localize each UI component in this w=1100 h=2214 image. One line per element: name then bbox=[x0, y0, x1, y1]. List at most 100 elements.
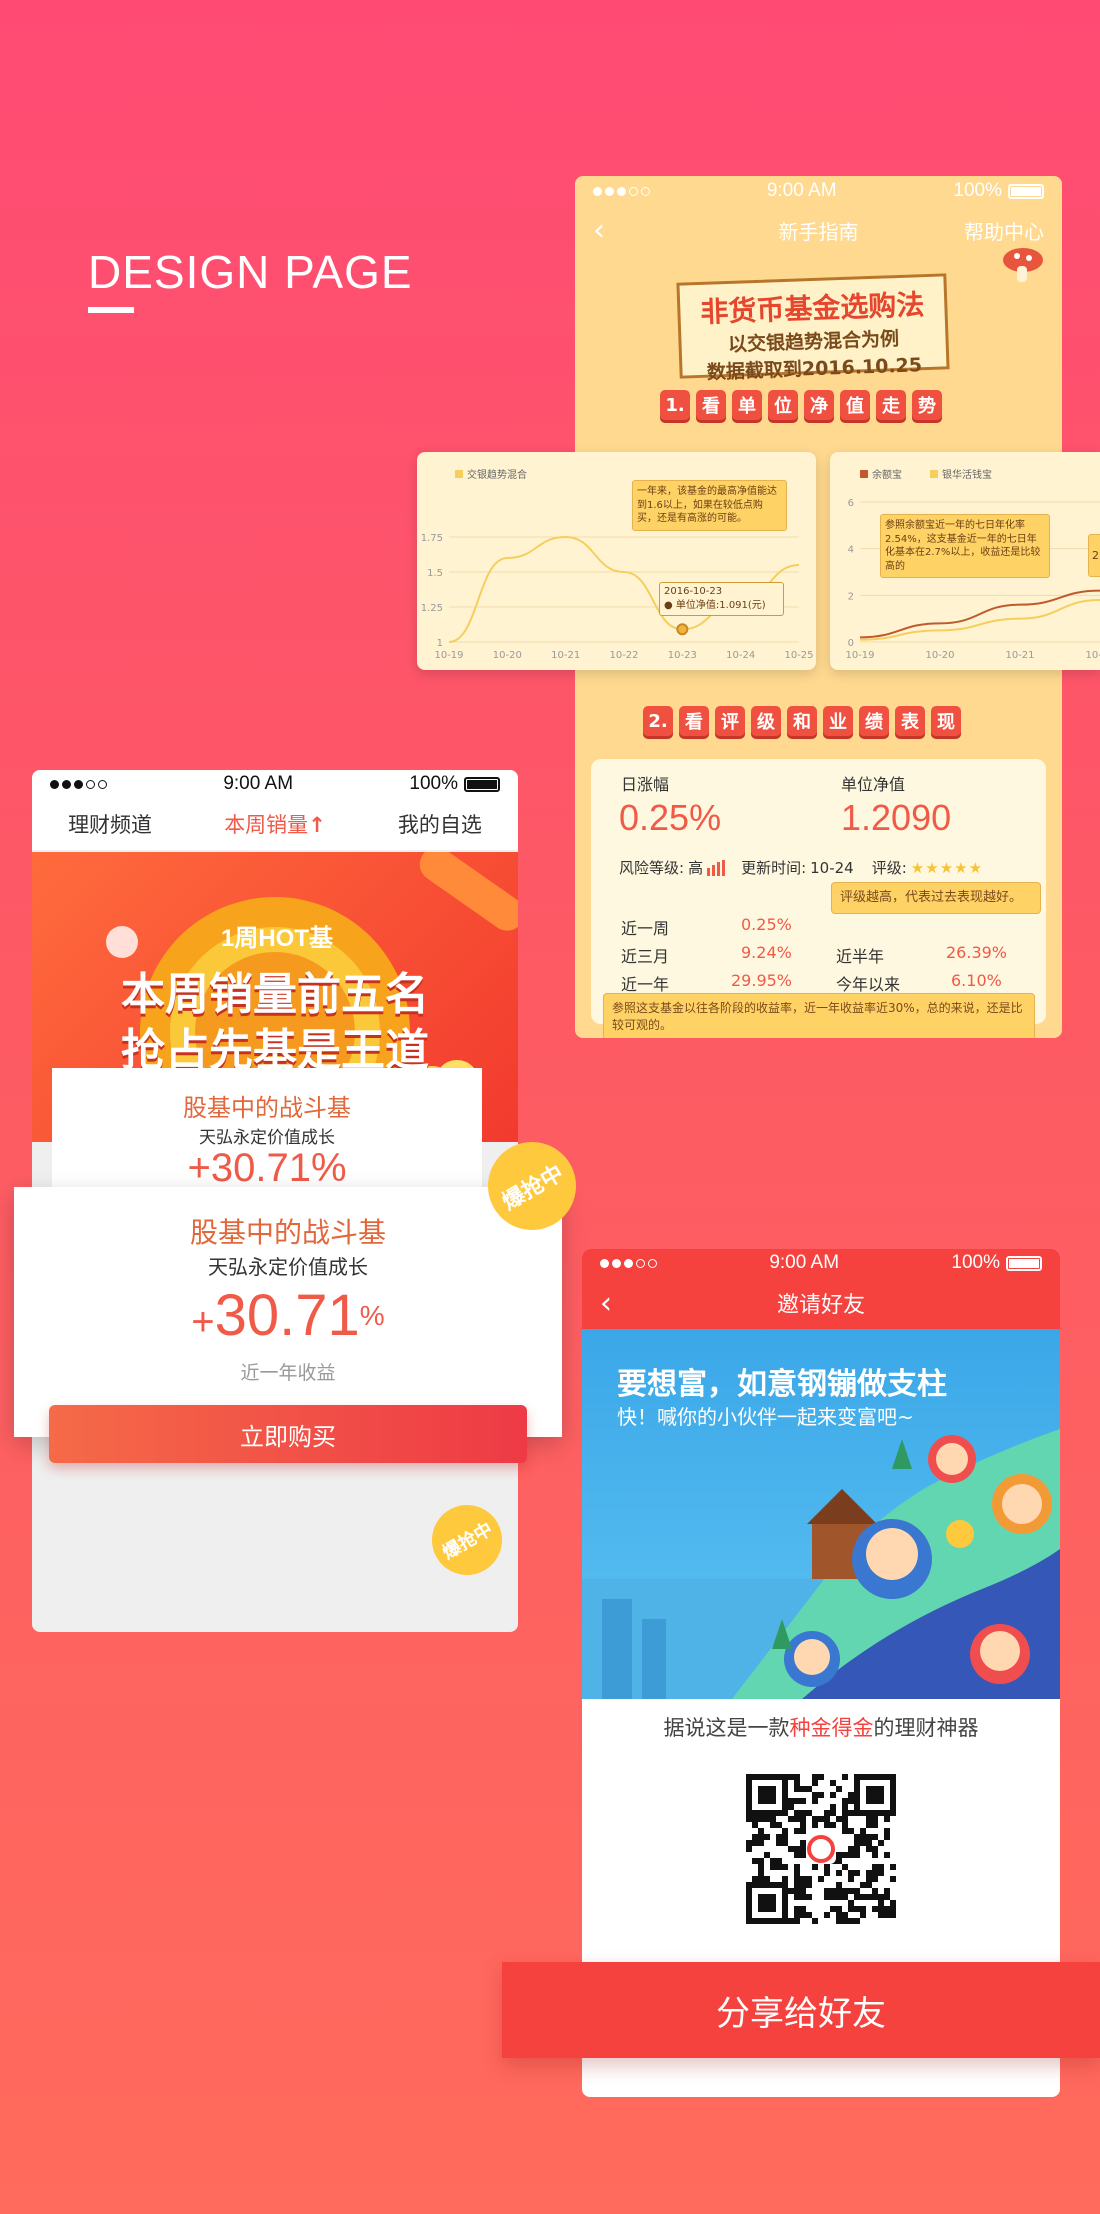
x-tick-label: 10-20 bbox=[493, 650, 522, 661]
perf-value: 0.25% bbox=[741, 915, 792, 934]
qr-module bbox=[872, 1864, 878, 1870]
card-subtitle: 天弘永定价值成长 bbox=[208, 1255, 368, 1279]
qr-module bbox=[842, 1828, 848, 1834]
fund-card-2[interactable]: 股基中的战斗基 天弘永定价值成长 +30.71% bbox=[52, 1068, 482, 1198]
qr-module bbox=[878, 1870, 884, 1876]
help-center-link[interactable]: 帮助中心 bbox=[964, 216, 1044, 245]
perf-value: 9.24% bbox=[741, 943, 792, 962]
qr-module bbox=[836, 1852, 842, 1858]
qr-module bbox=[848, 1852, 854, 1858]
back-icon[interactable]: ‹ bbox=[593, 213, 605, 248]
card2-return: +30.71% bbox=[187, 1146, 347, 1190]
price-marker bbox=[676, 623, 689, 636]
qr-finder-center bbox=[866, 1786, 884, 1804]
qr-code[interactable] bbox=[746, 1774, 896, 1924]
tab-finance-channel[interactable]: 理财频道 bbox=[68, 809, 152, 839]
qr-module bbox=[866, 1816, 872, 1822]
qr-module bbox=[878, 1840, 884, 1846]
qr-module bbox=[776, 1840, 782, 1846]
qr-module bbox=[842, 1822, 848, 1828]
qr-module bbox=[800, 1894, 806, 1900]
y-tick-label: 1.25 bbox=[421, 603, 443, 614]
guide-banner: 非货币基金选购法 以交银趋势混合为例 数据截取到2016.10.25 bbox=[676, 273, 950, 384]
qr-module bbox=[872, 1822, 878, 1828]
qr-module bbox=[848, 1888, 854, 1894]
qr-module bbox=[842, 1774, 848, 1780]
daily-change-label: 日涨幅 bbox=[621, 775, 670, 794]
qr-module bbox=[758, 1840, 764, 1846]
desc-highlight: 种金得金 bbox=[789, 1716, 874, 1740]
qr-module bbox=[872, 1906, 878, 1912]
qr-module bbox=[866, 1876, 872, 1882]
qr-module bbox=[848, 1810, 854, 1816]
step-char: 势 bbox=[912, 390, 942, 420]
qr-module bbox=[758, 1816, 764, 1822]
arrow-up-icon: ↑ bbox=[308, 813, 326, 837]
qr-module bbox=[830, 1894, 836, 1900]
qr-module bbox=[860, 1894, 866, 1900]
tab-my-watchlist[interactable]: 我的自选 bbox=[398, 809, 482, 839]
qr-module bbox=[770, 1858, 776, 1864]
qr-module bbox=[842, 1798, 848, 1804]
step-char: 1. bbox=[660, 390, 690, 420]
qr-module bbox=[842, 1816, 848, 1822]
qr-module bbox=[752, 1876, 758, 1882]
qr-module bbox=[854, 1918, 860, 1924]
qr-module bbox=[878, 1864, 884, 1870]
buy-now-button[interactable]: 立即购买 bbox=[49, 1405, 527, 1463]
qr-module bbox=[836, 1858, 842, 1864]
qr-module bbox=[860, 1912, 866, 1918]
qr-module bbox=[830, 1804, 836, 1810]
qr-module bbox=[794, 1894, 800, 1900]
nav-line-chart: 1 1.25 1.5 1.75 10-19 10-20 10-21 10-22 10-23 10-… bbox=[421, 468, 814, 661]
fund-tabs: 理财频道 本周销量↑ 我的自选 bbox=[32, 798, 518, 850]
qr-module bbox=[872, 1834, 878, 1840]
battery-label: 100% bbox=[409, 773, 458, 794]
signal-icon bbox=[50, 779, 107, 789]
qr-module bbox=[812, 1780, 818, 1786]
qr-module bbox=[854, 1846, 860, 1852]
qr-module bbox=[776, 1834, 782, 1840]
qr-module bbox=[782, 1834, 788, 1840]
share-to-friends-button[interactable]: 分享给好友 bbox=[502, 1962, 1100, 2058]
qr-module bbox=[836, 1888, 842, 1894]
y-tick-label: 1.75 bbox=[421, 533, 443, 544]
qr-module bbox=[800, 1912, 806, 1918]
qr-module bbox=[884, 1828, 890, 1834]
qr-module bbox=[800, 1876, 806, 1882]
card-return-label: 近一年收益 bbox=[240, 1362, 336, 1384]
risk-bars-icon bbox=[707, 859, 726, 876]
tab-weekly-sales[interactable]: 本周销量↑ bbox=[224, 809, 326, 839]
qr-module bbox=[860, 1882, 866, 1888]
qr-module bbox=[794, 1810, 800, 1816]
qr-module bbox=[866, 1894, 872, 1900]
qr-module bbox=[806, 1810, 812, 1816]
qr-module bbox=[848, 1900, 854, 1906]
qr-module bbox=[836, 1816, 842, 1822]
chart2-note2: 2 bbox=[1088, 534, 1100, 577]
step-char: 位 bbox=[768, 390, 798, 420]
qr-module bbox=[866, 1846, 872, 1852]
comparison-chart-card: 0 2 4 6 10-19 10-20 10-21 10-22 余额宝 银华活钱宝参照余额宝近一年… bbox=[830, 452, 1100, 670]
qr-module bbox=[860, 1906, 866, 1912]
fund-card[interactable]: 股基中的战斗基 天弘永定价值成长 +30.71% 近一年收益 bbox=[14, 1187, 562, 1437]
page-title: DESIGN PAGE bbox=[88, 246, 413, 298]
back-icon[interactable]: ‹ bbox=[600, 1286, 612, 1321]
qr-module bbox=[752, 1822, 758, 1828]
y-tick-label: 1 bbox=[437, 638, 443, 649]
marker-tooltip: 2016-10-23● 单位净值:1.091(元) bbox=[659, 582, 784, 616]
qr-module bbox=[854, 1852, 860, 1858]
qr-module bbox=[854, 1894, 860, 1900]
step-char: 看 bbox=[696, 390, 726, 420]
x-tick-label: 10-22 bbox=[1085, 650, 1100, 661]
qr-module bbox=[752, 1840, 758, 1846]
qr-module bbox=[866, 1870, 872, 1876]
qr-module bbox=[848, 1870, 854, 1876]
qr-module bbox=[848, 1906, 854, 1912]
qr-module bbox=[884, 1912, 890, 1918]
qr-code-graphic bbox=[746, 1774, 896, 1924]
qr-module bbox=[800, 1828, 806, 1834]
qr-module bbox=[836, 1894, 842, 1900]
invite-headline: 要想富，如意钢镚做支柱 bbox=[617, 1367, 947, 1402]
invite-description: 据说这是一款种金得金的理财神器 bbox=[582, 1712, 1060, 1742]
